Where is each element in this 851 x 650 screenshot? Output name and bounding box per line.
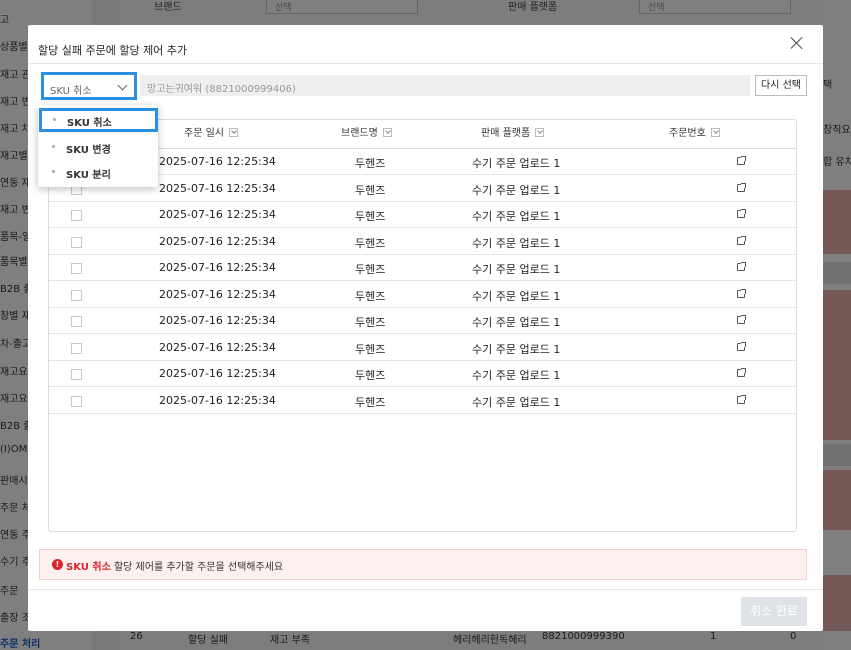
- brand-name: 두헨즈: [355, 342, 386, 356]
- reselect-button[interactable]: 다시 선택: [755, 75, 807, 96]
- action-type-select[interactable]: SKU 취소: [41, 72, 137, 100]
- external-link-icon[interactable]: [737, 368, 746, 377]
- action-type-dropdown: SKU 취소 SKU 변경 SKU 분리: [38, 105, 158, 187]
- brand-name: 두헨즈: [355, 369, 386, 382]
- external-link-icon[interactable]: [737, 394, 746, 404]
- table-row[interactable]: 2025-07-16 12:25:34 두헨즈 수기 주문 업로드 1: [49, 176, 796, 202]
- alert-text: SKU 취소 할당 제어를 추가할 주문을 선택해주세요: [66, 558, 283, 573]
- external-link-icon[interactable]: [737, 209, 746, 218]
- table-row[interactable]: 2025-07-16 12:25:34 두헨즈 수기 주문 업로드 1: [49, 202, 796, 228]
- external-link-icon[interactable]: [737, 341, 746, 351]
- order-date: 2025-07-16 12:25:34: [159, 261, 276, 274]
- bullet-icon: [52, 170, 55, 173]
- modal-footer: 취소 완료: [28, 589, 823, 632]
- option-label: SKU 취소: [67, 118, 112, 129]
- bullet-icon: [53, 118, 56, 121]
- column-header-platform[interactable]: 판매 플랫폼: [481, 120, 545, 148]
- sales-platform: 수기 주문 업로드 1: [472, 183, 561, 197]
- row-checkbox[interactable]: [71, 342, 82, 354]
- table-row[interactable]: 2025-07-16 12:25:34 두헨즈 수기 주문 업로드 1: [49, 388, 796, 414]
- sort-dropdown-icon[interactable]: [228, 127, 238, 137]
- allocation-control-modal: 할당 실패 주문에 할당 제어 추가 SKU 취소 망고는귀여워 (882100…: [28, 25, 823, 631]
- orders-table: 주문 일시 브랜드명 판매 플랫폼 주문번호 2025-07-16 12:25:…: [48, 119, 797, 532]
- column-header-order-number[interactable]: 주문번호: [669, 120, 720, 148]
- external-link-icon[interactable]: [737, 288, 746, 298]
- sort-dropdown-icon[interactable]: [535, 127, 545, 137]
- bullet-icon: [52, 145, 55, 148]
- order-date: 2025-07-16 12:25:34: [159, 314, 276, 327]
- table-row[interactable]: 2025-07-16 12:25:34 두헨즈 수기 주문 업로드 1: [49, 335, 796, 361]
- table-row[interactable]: 2025-07-16 12:25:34 두헨즈 수기 주문 업로드 1: [49, 361, 796, 387]
- sales-platform: 수기 주문 업로드 1: [472, 369, 561, 382]
- row-checkbox[interactable]: [71, 210, 82, 221]
- brand-name: 두헨즈: [355, 210, 386, 223]
- sales-platform: 수기 주문 업로드 1: [472, 395, 561, 409]
- alert-highlight: SKU 취소: [66, 562, 111, 573]
- sales-platform: 수기 주문 업로드 1: [472, 236, 561, 250]
- option-label: SKU 변경: [66, 145, 111, 156]
- sales-platform: 수기 주문 업로드 1: [472, 157, 561, 170]
- sku-field: 망고는귀여워 (8821000999406): [140, 75, 750, 96]
- column-header-brand[interactable]: 브랜드명: [341, 120, 392, 148]
- order-date: 2025-07-16 12:25:34: [159, 287, 276, 301]
- table-row[interactable]: 2025-07-16 12:25:34 두헨즈 수기 주문 업로드 1: [49, 255, 796, 281]
- row-checkbox[interactable]: [71, 236, 82, 248]
- external-link-icon[interactable]: [737, 235, 746, 245]
- complete-cancel-button[interactable]: 취소 완료: [741, 597, 807, 626]
- sales-platform: 수기 주문 업로드 1: [472, 316, 561, 329]
- row-checkbox[interactable]: [71, 316, 82, 327]
- external-link-icon[interactable]: [737, 315, 746, 324]
- sales-platform: 수기 주문 업로드 1: [472, 289, 561, 303]
- modal-header: 할당 실패 주문에 할당 제어 추가: [28, 25, 823, 64]
- table-row[interactable]: 2025-07-16 12:25:34 두헨즈 수기 주문 업로드 1: [49, 308, 796, 334]
- row-checkbox[interactable]: [71, 263, 82, 274]
- sales-platform: 수기 주문 업로드 1: [472, 342, 561, 356]
- column-label: 브랜드명: [341, 128, 378, 139]
- brand-name: 두헨즈: [355, 157, 386, 170]
- brand-name: 두헨즈: [355, 316, 386, 329]
- table-row[interactable]: 2025-07-16 12:25:34 두헨즈 수기 주문 업로드 1: [49, 282, 796, 308]
- row-checkbox[interactable]: [71, 289, 82, 301]
- column-label: 주문 일시: [184, 128, 224, 139]
- sales-platform: 수기 주문 업로드 1: [472, 263, 561, 276]
- alert-bar: ! SKU 취소 할당 제어를 추가할 주문을 선택해주세요: [39, 549, 807, 580]
- order-date: 2025-07-16 12:25:34: [159, 367, 276, 380]
- order-date: 2025-07-16 12:25:34: [159, 155, 276, 168]
- chevron-down-icon: [117, 80, 128, 91]
- order-date: 2025-07-16 12:25:34: [159, 208, 276, 221]
- order-date: 2025-07-16 12:25:34: [159, 393, 276, 407]
- external-link-icon[interactable]: [737, 156, 746, 165]
- table-row[interactable]: 2025-07-16 12:25:34 두헨즈 수기 주문 업로드 1: [49, 229, 796, 255]
- row-checkbox[interactable]: [71, 369, 82, 380]
- brand-name: 두헨즈: [355, 289, 386, 303]
- brand-name: 두헨즈: [355, 236, 386, 250]
- order-date: 2025-07-16 12:25:34: [159, 234, 276, 248]
- brand-name: 두헨즈: [355, 183, 386, 197]
- order-date: 2025-07-16 12:25:34: [159, 340, 276, 354]
- sort-dropdown-icon[interactable]: [382, 127, 392, 137]
- table-row[interactable]: 2025-07-16 12:25:34 두헨즈 수기 주문 업로드 1: [49, 149, 796, 175]
- external-link-icon[interactable]: [737, 182, 746, 192]
- column-label: 판매 플랫폼: [481, 128, 531, 139]
- close-icon[interactable]: [789, 35, 805, 51]
- action-type-value: SKU 취소: [50, 86, 92, 97]
- column-header-order-date[interactable]: 주문 일시: [184, 120, 238, 148]
- option-label: SKU 분리: [66, 170, 111, 181]
- sku-field-value: 망고는귀여워 (8821000999406): [147, 84, 296, 95]
- sales-platform: 수기 주문 업로드 1: [472, 210, 561, 223]
- order-date: 2025-07-16 12:25:34: [159, 181, 276, 195]
- sort-dropdown-icon[interactable]: [710, 127, 720, 137]
- brand-name: 두헨즈: [355, 395, 386, 409]
- dropdown-option-sku-change[interactable]: SKU 변경: [38, 135, 158, 159]
- error-icon: !: [52, 559, 63, 570]
- row-checkbox[interactable]: [71, 395, 82, 407]
- external-link-icon[interactable]: [737, 262, 746, 271]
- modal-title: 할당 실패 주문에 할당 제어 추가: [38, 44, 188, 57]
- dropdown-option-sku-split[interactable]: SKU 분리: [38, 160, 158, 184]
- dropdown-option-sku-cancel[interactable]: SKU 취소: [39, 108, 158, 132]
- alert-message: 할당 제어를 추가할 주문을 선택해주세요: [110, 562, 284, 573]
- brand-name: 두헨즈: [355, 263, 386, 276]
- column-label: 주문번호: [669, 128, 706, 139]
